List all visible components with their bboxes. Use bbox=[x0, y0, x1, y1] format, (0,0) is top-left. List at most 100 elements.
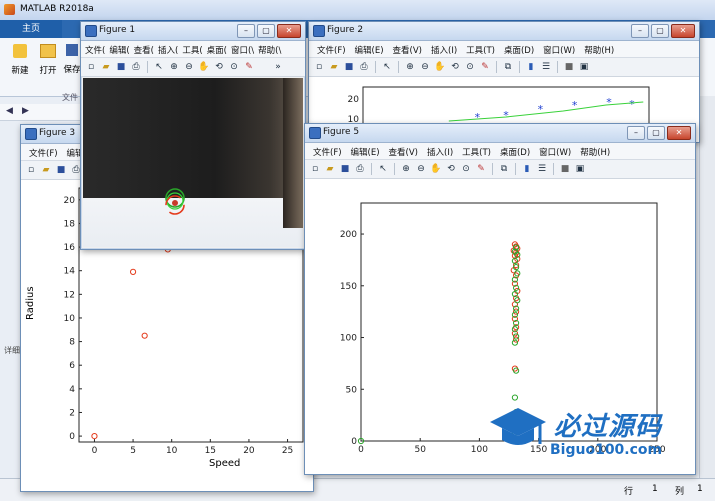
save-figure-icon[interactable]: ■ bbox=[343, 61, 355, 73]
menu-window[interactable]: 窗口(W) bbox=[539, 41, 580, 57]
minimize-button[interactable]: – bbox=[627, 126, 645, 140]
menu-desktop[interactable]: 桌面( bbox=[205, 41, 229, 57]
matlab-right-scrollbar[interactable] bbox=[699, 96, 715, 478]
brush-icon[interactable]: ✎ bbox=[479, 61, 491, 73]
menu-edit[interactable]: 编辑( bbox=[107, 41, 131, 57]
rotate-icon[interactable]: ⟲ bbox=[449, 61, 461, 73]
menu-view[interactable]: 查看(V) bbox=[389, 41, 427, 57]
new-figure-icon[interactable]: ▫ bbox=[25, 164, 37, 176]
y-tick-label: 12 bbox=[64, 290, 75, 300]
menu-window[interactable]: 窗口(W) bbox=[535, 143, 576, 159]
figure-2-titlebar[interactable]: Figure 2 – ▢ ✕ bbox=[309, 22, 699, 41]
new-figure-icon[interactable]: ▫ bbox=[313, 61, 325, 73]
menu-edit[interactable]: 编辑(E) bbox=[351, 41, 389, 57]
menu-window[interactable]: 窗口(\ bbox=[229, 41, 256, 57]
open-file-icon[interactable]: ▰ bbox=[324, 163, 336, 175]
save-figure-icon[interactable]: ■ bbox=[55, 164, 67, 176]
data-cursor-icon[interactable]: ⊙ bbox=[460, 163, 472, 175]
save-figure-icon[interactable]: ■ bbox=[115, 61, 127, 73]
show-tools-icon[interactable]: ▣ bbox=[574, 163, 586, 175]
close-button[interactable]: ✕ bbox=[277, 24, 301, 38]
menu-file[interactable]: 文件(F) bbox=[313, 41, 351, 57]
data-cursor-icon[interactable]: ⊙ bbox=[464, 61, 476, 73]
new-figure-icon[interactable]: ▫ bbox=[85, 61, 97, 73]
back-arrow-icon[interactable]: ◀ bbox=[6, 106, 13, 116]
figure-1-titlebar[interactable]: Figure 1 – ▢ ✕ bbox=[81, 22, 305, 41]
open-button[interactable]: 打开 bbox=[34, 44, 62, 76]
maximize-button[interactable]: ▢ bbox=[651, 24, 669, 38]
brush-icon[interactable]: ✎ bbox=[243, 61, 255, 73]
zoom-out-icon[interactable]: ⊖ bbox=[419, 61, 431, 73]
menu-view[interactable]: 查看(V) bbox=[385, 143, 423, 159]
legend-icon[interactable]: ☰ bbox=[536, 163, 548, 175]
link-plot-icon[interactable]: ⧉ bbox=[502, 61, 514, 73]
menu-insert[interactable]: 插入(I) bbox=[427, 41, 462, 57]
menu-tools[interactable]: 工具(T) bbox=[462, 41, 500, 57]
print-icon[interactable]: ⎙ bbox=[130, 61, 142, 73]
menu-tools[interactable]: 工具( bbox=[180, 41, 204, 57]
pan-hand-icon[interactable]: ✋ bbox=[430, 163, 442, 175]
maximize-button[interactable]: ▢ bbox=[257, 24, 275, 38]
colorbar-icon[interactable]: ▮ bbox=[521, 163, 533, 175]
zoom-out-icon[interactable]: ⊖ bbox=[183, 61, 195, 73]
hide-tools-icon[interactable]: ■ bbox=[563, 61, 575, 73]
zoom-in-icon[interactable]: ⊕ bbox=[400, 163, 412, 175]
menu-insert[interactable]: 插入(I) bbox=[423, 143, 458, 159]
pan-hand-icon[interactable]: ✋ bbox=[434, 61, 446, 73]
menu-view[interactable]: 查看( bbox=[132, 41, 156, 57]
y-tick-label: 14 bbox=[64, 267, 76, 277]
brush-icon[interactable]: ✎ bbox=[475, 163, 487, 175]
menu-desktop[interactable]: 桌面(D) bbox=[496, 143, 535, 159]
pointer-icon[interactable]: ↖ bbox=[381, 61, 393, 73]
print-icon[interactable]: ⎙ bbox=[358, 61, 370, 73]
menu-help[interactable]: 帮助(H) bbox=[580, 41, 619, 57]
pointer-icon[interactable]: ↖ bbox=[153, 61, 165, 73]
y-tick-label: 16 bbox=[64, 243, 76, 253]
print-icon[interactable]: ⎙ bbox=[354, 163, 366, 175]
menu-file[interactable]: 文件(F) bbox=[309, 143, 347, 159]
zoom-out-icon[interactable]: ⊖ bbox=[415, 163, 427, 175]
hide-tools-icon[interactable]: ■ bbox=[559, 163, 571, 175]
data-cursor-icon[interactable]: ⊙ bbox=[228, 61, 240, 73]
rotate-icon[interactable]: ⟲ bbox=[445, 163, 457, 175]
open-file-icon[interactable]: ▰ bbox=[100, 61, 112, 73]
toolbar-separator bbox=[394, 163, 395, 175]
save-button[interactable]: 保存 bbox=[62, 44, 82, 75]
menu-insert[interactable]: 插入( bbox=[156, 41, 180, 57]
new-figure-icon[interactable]: ▫ bbox=[309, 163, 321, 175]
tab-home[interactable]: 主页 bbox=[0, 20, 62, 38]
forward-arrow-icon[interactable]: ▶ bbox=[22, 106, 29, 116]
colorbar-icon[interactable]: ▮ bbox=[525, 61, 537, 73]
open-file-icon[interactable]: ▰ bbox=[328, 61, 340, 73]
menu-edit[interactable]: 编辑(E) bbox=[347, 143, 385, 159]
overflow-chevron-icon[interactable]: » bbox=[272, 61, 284, 73]
zoom-in-icon[interactable]: ⊕ bbox=[168, 61, 180, 73]
watermark: 必过源码 Biguo100.com bbox=[488, 404, 688, 464]
minimize-button[interactable]: – bbox=[237, 24, 255, 38]
pan-hand-icon[interactable]: ✋ bbox=[198, 61, 210, 73]
menu-desktop[interactable]: 桌面(D) bbox=[500, 41, 539, 57]
menu-tools[interactable]: 工具(T) bbox=[458, 143, 496, 159]
close-button[interactable]: ✕ bbox=[671, 24, 695, 38]
menu-help[interactable]: 帮助(\ bbox=[256, 41, 283, 57]
close-button[interactable]: ✕ bbox=[667, 126, 691, 140]
new-button[interactable]: 新建 bbox=[6, 44, 34, 76]
y-tick-label: 10 bbox=[64, 314, 76, 324]
menu-file[interactable]: 文件(F) bbox=[25, 144, 63, 160]
show-tools-icon[interactable]: ▣ bbox=[578, 61, 590, 73]
legend-icon[interactable]: ☰ bbox=[540, 61, 552, 73]
minimize-button[interactable]: – bbox=[631, 24, 649, 38]
open-file-icon[interactable]: ▰ bbox=[40, 164, 52, 176]
y-tick-label: 200 bbox=[340, 230, 357, 240]
menu-file[interactable]: 文件( bbox=[83, 41, 107, 57]
pointer-icon[interactable]: ↖ bbox=[377, 163, 389, 175]
save-figure-icon[interactable]: ■ bbox=[339, 163, 351, 175]
menu-help[interactable]: 帮助(H) bbox=[576, 143, 615, 159]
y-tick-label: 150 bbox=[340, 282, 357, 292]
figure-5-titlebar[interactable]: Figure 5 – ▢ ✕ bbox=[305, 124, 695, 143]
rotate-icon[interactable]: ⟲ bbox=[213, 61, 225, 73]
x-tick-label: 0 bbox=[358, 445, 364, 455]
zoom-in-icon[interactable]: ⊕ bbox=[404, 61, 416, 73]
link-plot-icon[interactable]: ⧉ bbox=[498, 163, 510, 175]
maximize-button[interactable]: ▢ bbox=[647, 126, 665, 140]
